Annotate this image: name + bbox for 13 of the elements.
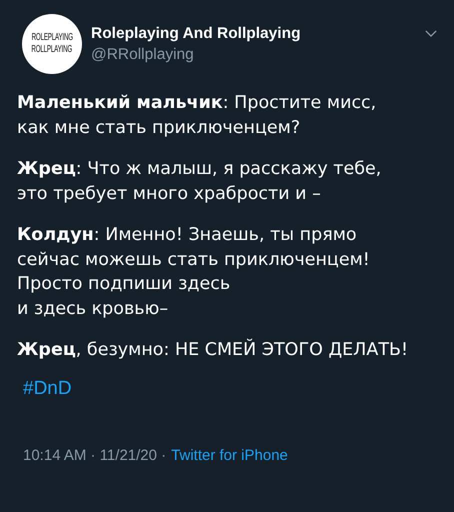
logo-text: ROLLPLAYING (32, 44, 72, 56)
source-link[interactable]: Twitter for iPhone (171, 446, 288, 464)
timestamp: 10:14 AM · 11/21/20 · (23, 446, 166, 464)
hashtag-link[interactable]: #DnD (23, 378, 72, 398)
logo-text: ROLEPLAYING (31, 32, 73, 44)
author-handle[interactable]: @RRollplaying (91, 44, 301, 64)
tweet-paragraph: Колдун: Именно! Знаешь, ты прямо сейчас можешь стать приключенцем! Просто подпиши здесь и здесь кровью– (17, 224, 371, 320)
chevron-down-icon[interactable] (425, 30, 437, 37)
tweet-paragraph: Жрец, безумно: НЕ СМЕЙ ЭТОГО ДЕЛАТЬ! (17, 338, 410, 362)
avatar[interactable]: ROLEPLAYING ROLLPLAYING (22, 14, 82, 74)
author-name[interactable]: Roleplaying And Rollplaying (91, 24, 301, 44)
tweet-paragraph: Жрец: Что ж малыш, я расскажу тебе, это требует много храбрости и – (17, 158, 382, 206)
tweet-paragraph: Маленький мальчик: Простите мисс, как мне стать приключенцем? (17, 92, 378, 140)
